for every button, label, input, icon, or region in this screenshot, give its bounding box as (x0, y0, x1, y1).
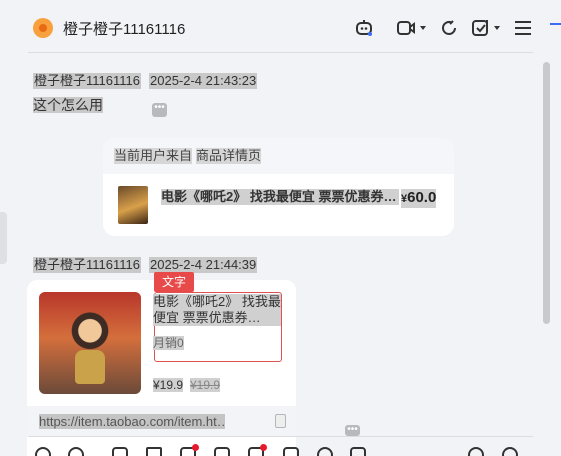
file-icon[interactable] (112, 447, 128, 456)
source-product-price: ¥60.0 (401, 189, 437, 208)
input-toolbar (0, 437, 561, 456)
history-icon[interactable] (350, 447, 366, 456)
chat-title: 橙子橙子11161116 (63, 21, 186, 38)
chat-scrollbar[interactable] (543, 62, 550, 324)
share-icon[interactable] (214, 447, 230, 456)
order-icon[interactable] (248, 444, 267, 456)
refresh-icon[interactable] (439, 17, 459, 39)
source-card-header: 当前用户来自 商品详情页 (103, 138, 454, 174)
text-annotation-label: 文字 (154, 272, 195, 292)
menu-icon[interactable] (514, 17, 532, 39)
source-product-thumbnail[interactable] (118, 186, 148, 224)
add-task-icon[interactable] (471, 17, 491, 39)
window-edge-indicator (550, 23, 561, 25)
message-text: 这个怎么用 (33, 97, 103, 113)
message-time: 2025-2-4 21:43:23 (149, 73, 258, 89)
header-divider (28, 52, 533, 53)
product-message-card[interactable]: 电影《哪吒2》 找我最便宜 票票优惠券… 月销0 ¥19.9 ¥19.9 htt… (27, 280, 296, 456)
coupon-badge (192, 444, 199, 451)
message-time: 2025-2-4 21:44:39 (149, 257, 258, 273)
source-product-name[interactable]: 电影《哪吒2》 找我最便宜 票票优惠券… (161, 189, 399, 205)
message-more-button[interactable]: ••• (345, 425, 360, 436)
source-page: 商品详情页 (196, 148, 262, 164)
chat-header: 橙子橙子11161116 (0, 0, 561, 54)
left-edge-handle[interactable] (0, 212, 7, 264)
video-call-icon[interactable] (396, 17, 416, 39)
chat-icon[interactable] (317, 447, 333, 456)
robot-icon[interactable] (354, 17, 374, 39)
emoji-icon[interactable] (35, 447, 51, 456)
message-more-button[interactable]: ••• (152, 103, 167, 117)
product-price: ¥19.9 (153, 378, 184, 392)
settings-icon[interactable] (502, 447, 518, 456)
message-sender: 橙子橙子11161116 (33, 257, 141, 273)
source-info-card: 当前用户来自 商品详情页 电影《哪吒2》 找我最便宜 票票优惠券… ¥60.0 (103, 138, 454, 236)
order-badge (260, 444, 267, 451)
product-sales: 月销0 (153, 336, 184, 350)
product-original-price: ¥19.9 (190, 378, 221, 392)
product-url-bar[interactable]: https://item.taobao.com/item.ht… (27, 406, 296, 436)
product-name[interactable]: 电影《哪吒2》 找我最便宜 票票优惠券… (153, 294, 281, 326)
avatar[interactable] (33, 18, 53, 38)
copy-link-icon[interactable] (275, 414, 286, 428)
gift-icon[interactable] (283, 447, 299, 456)
product-url[interactable]: https://item.taobao.com/item.ht… (39, 414, 225, 429)
more-icon[interactable] (468, 447, 484, 456)
coupon-icon[interactable] (180, 444, 199, 456)
product-image[interactable] (39, 292, 141, 394)
add-task-dropdown-icon[interactable] (494, 26, 500, 30)
message-sender: 橙子橙子11161116 (33, 73, 141, 89)
magic-icon[interactable] (146, 447, 162, 456)
video-call-dropdown-icon[interactable] (420, 26, 426, 30)
scissors-icon[interactable] (68, 447, 84, 456)
source-prefix: 当前用户来自 (114, 148, 193, 164)
